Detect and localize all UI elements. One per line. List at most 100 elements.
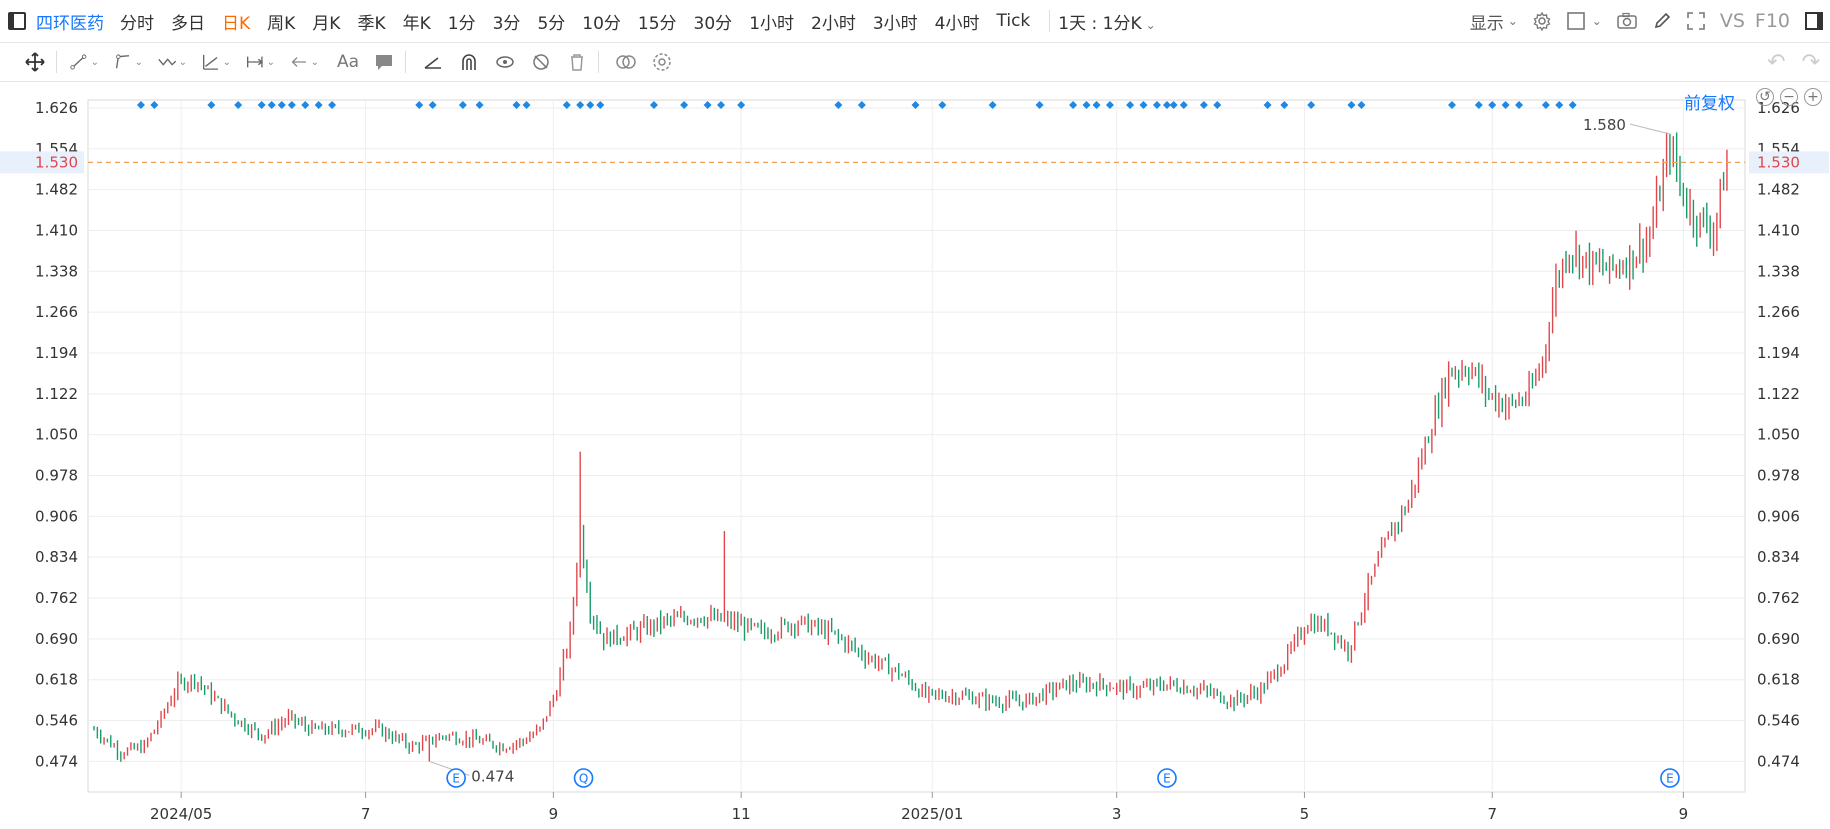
x-tick-label: 7: [1487, 805, 1497, 823]
y-tick-left: 1.482: [35, 181, 78, 199]
period-8[interactable]: 3分: [493, 9, 521, 34]
y-tick-left: 0.546: [35, 712, 78, 730]
current-price-label-right: 1.530: [1757, 153, 1800, 171]
zoom-in-icon[interactable]: +: [1804, 88, 1822, 106]
chevron-down-icon: ⌄: [266, 56, 275, 68]
wave-icon[interactable]: ⌄: [157, 48, 187, 76]
y-tick-right: 0.834: [1757, 548, 1800, 566]
trash-icon[interactable]: [562, 48, 592, 76]
low-label: 0.474: [471, 767, 514, 785]
visibility-icon[interactable]: [490, 48, 520, 76]
period-9[interactable]: 5分: [537, 9, 565, 34]
text-tool-glyph: Aa: [336, 52, 360, 72]
polyline-icon[interactable]: ⌄: [113, 48, 143, 76]
plot-frame: [87, 99, 1746, 793]
drawing-toolbar: ⌄ ⌄ ⌄ ⌄ ⌄ ⌄ Aa: [0, 43, 1830, 82]
hide-icon[interactable]: [526, 48, 556, 76]
panel-toggle-icon[interactable]: [1804, 11, 1824, 31]
range-icon[interactable]: ⌄: [245, 48, 275, 76]
period-bar: 四环医药 分时 多日 日K 周K 月K 季K 年K 1分 3分 5分 10分 15分 30分 1小时 2小时…: [0, 0, 1830, 43]
y-tick-right: 0.762: [1757, 589, 1800, 607]
f10-button[interactable]: F10: [1755, 10, 1790, 32]
period-6[interactable]: 年K: [403, 9, 431, 34]
y-tick-right: 1.194: [1757, 344, 1800, 362]
x-tick-label: 9: [549, 805, 559, 823]
overlay-icon[interactable]: [611, 48, 641, 76]
chevron-down-icon: ⌄: [1591, 14, 1602, 28]
y-tick-right: 0.906: [1757, 507, 1800, 525]
chevron-down-icon: ⌄: [90, 56, 99, 68]
y-tick-right: 0.474: [1757, 752, 1800, 770]
range-selector[interactable]: 1天 : 1分K ⌄: [1058, 9, 1155, 34]
period-5[interactable]: 季K: [357, 9, 385, 34]
y-tick-left: 0.618: [35, 671, 78, 689]
event-badge-letter: E: [452, 772, 460, 786]
y-tick-left: 1.410: [35, 221, 78, 239]
chevron-down-icon: ⌄: [1507, 14, 1518, 28]
y-tick-right: 0.618: [1757, 671, 1800, 689]
period-4[interactable]: 月K: [312, 9, 340, 34]
period-15[interactable]: 3小时: [873, 9, 918, 34]
reset-icon[interactable]: ↺: [1756, 88, 1774, 106]
y-tick-left: 0.762: [35, 589, 78, 607]
pen-icon[interactable]: [1652, 11, 1672, 31]
x-tick-label: 2024/05: [150, 805, 212, 823]
comment-icon[interactable]: [369, 48, 399, 76]
period-14[interactable]: 2小时: [811, 9, 856, 34]
arrow-left-icon[interactable]: ⌄: [289, 48, 319, 76]
top-right-controls: 显示 ⌄ ⌄ VS F10: [1456, 0, 1830, 42]
text-icon[interactable]: Aa: [333, 48, 363, 76]
divider: [598, 51, 599, 73]
chevron-down-icon: ⌄: [178, 56, 187, 68]
trendline-icon[interactable]: ⌄: [69, 48, 99, 76]
layout-icon[interactable]: ⌄: [1566, 11, 1602, 31]
settings-icon[interactable]: [1532, 11, 1552, 31]
toolbar-settings-icon[interactable]: [647, 48, 677, 76]
period-10[interactable]: 10分: [582, 9, 621, 34]
period-0[interactable]: 分时: [120, 9, 154, 34]
period-17[interactable]: Tick: [997, 11, 1031, 31]
sidebar-toggle-icon[interactable]: [8, 12, 26, 30]
x-tick-label: 7: [361, 805, 371, 823]
display-dropdown[interactable]: 显示 ⌄: [1470, 9, 1518, 34]
x-tick-label: 11: [732, 805, 751, 823]
move-icon[interactable]: [20, 48, 50, 76]
y-tick-right: 1.338: [1757, 262, 1800, 280]
camera-icon[interactable]: [1616, 11, 1638, 31]
kline-chart-svg[interactable]: 1.626 1.6261.554 1.5541.482 1.4821.410 1.410…: [0, 82, 1830, 825]
chevron-down-icon: ⌄: [1145, 17, 1156, 32]
period-16[interactable]: 4小时: [935, 9, 980, 34]
range-selector-label: 1天 : 1分K: [1058, 13, 1142, 34]
angle-icon[interactable]: [418, 48, 448, 76]
period-list: 分时 多日 日K 周K 月K 季K 年K 1分 3分 5分 10分 15分 30分 1小时 2小时 3小时 4小…: [120, 9, 1047, 34]
period-3[interactable]: 周K: [267, 9, 295, 34]
kline-chart[interactable]: 1.626 1.626 1.554 1.554 1.482 1.482 1.410 1.410…: [0, 82, 1830, 825]
period-13[interactable]: 1小时: [749, 9, 794, 34]
period-7[interactable]: 1分: [448, 9, 476, 34]
fullscreen-icon[interactable]: [1686, 11, 1706, 31]
y-tick-left: 0.906: [35, 507, 78, 525]
chevron-down-icon: ⌄: [310, 56, 319, 68]
chevron-down-icon: ⌄: [134, 56, 143, 68]
y-tick-right: 1.050: [1757, 426, 1800, 444]
undo-icon[interactable]: ↶: [1767, 50, 1785, 75]
redo-icon[interactable]: ↷: [1802, 50, 1820, 75]
period-1[interactable]: 多日: [171, 9, 205, 34]
zoom-out-icon[interactable]: −: [1780, 88, 1798, 106]
stock-name[interactable]: 四环医药: [36, 9, 104, 34]
period-2[interactable]: 日K: [222, 9, 250, 34]
chevron-down-icon: ⌄: [222, 56, 231, 68]
measure-icon[interactable]: ⌄: [201, 48, 231, 76]
current-price-label-left: 1.530: [35, 153, 78, 171]
display-label: 显示: [1469, 13, 1504, 34]
y-tick-right: 1.482: [1757, 181, 1800, 199]
vs-button[interactable]: VS: [1720, 10, 1745, 32]
event-badge-letter: E: [1666, 772, 1674, 786]
period-12[interactable]: 30分: [694, 9, 733, 34]
x-tick-label: 2025/01: [901, 805, 963, 823]
x-tick-label: 3: [1112, 805, 1122, 823]
period-11[interactable]: 15分: [638, 9, 677, 34]
adjustment-button[interactable]: 前复权: [1684, 89, 1735, 114]
high-leader-line: [1629, 123, 1671, 135]
magnet-icon[interactable]: [454, 48, 484, 76]
